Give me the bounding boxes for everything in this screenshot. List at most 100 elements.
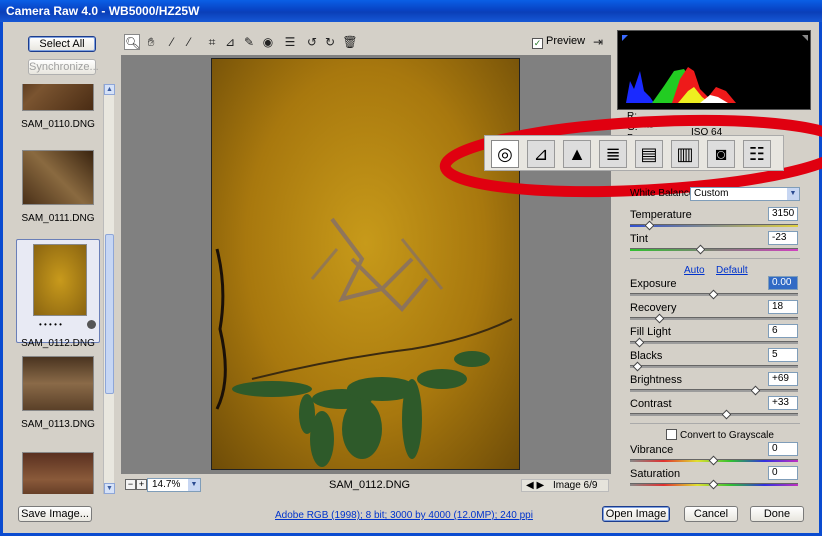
slider-knob[interactable] <box>708 289 719 300</box>
rotate-right-icon[interactable]: ↻ <box>322 34 338 50</box>
brightness-label: Brightness <box>630 374 682 386</box>
tint-field[interactable]: -23 <box>768 231 798 245</box>
preview-label: Preview <box>546 35 586 47</box>
brightness-slider[interactable] <box>630 385 798 396</box>
hsl-tab-icon[interactable]: ≣ <box>599 140 627 168</box>
presets-tab-icon[interactable]: ☷ <box>743 140 771 168</box>
slider-knob[interactable] <box>632 361 643 372</box>
image-navigator: ◀ ▶ Image 6/9 <box>521 479 609 492</box>
vibrance-slider[interactable] <box>630 455 798 466</box>
slider-knob[interactable] <box>708 455 719 466</box>
preview-checkbox[interactable]: ✓ Preview <box>532 35 585 49</box>
tint-label: Tint <box>630 233 648 245</box>
trash-icon[interactable]: 🗑︎ <box>342 34 358 50</box>
grayscale-checkbox[interactable]: Convert to Grayscale <box>666 429 774 441</box>
thumbnail-caption: SAM_0113.DNG <box>21 419 95 430</box>
cancel-button[interactable]: Cancel <box>684 506 738 522</box>
rotate-left-icon[interactable]: ↺ <box>304 34 320 50</box>
chevron-down-icon: ▼ <box>188 479 200 491</box>
slider-knob[interactable] <box>708 479 719 490</box>
thumbnail <box>33 244 87 316</box>
histogram-plot <box>622 35 808 103</box>
default-link[interactable]: Default <box>716 265 748 276</box>
detail-tab-icon[interactable]: ▲ <box>563 140 591 168</box>
workflow-options-link[interactable]: Adobe RGB (1998); 8 bit; 3000 by 4000 (1… <box>275 510 533 521</box>
histogram <box>617 30 811 110</box>
auto-link[interactable]: Auto <box>684 265 705 276</box>
slider-knob[interactable] <box>721 409 732 420</box>
zoom-value: 14.7% <box>152 479 181 490</box>
exposure-slider[interactable] <box>630 289 798 300</box>
slider-knob[interactable] <box>695 244 705 255</box>
camera-calibration-tab-icon[interactable]: ◙ <box>707 140 735 168</box>
preferences-icon[interactable]: ☰ <box>282 34 298 50</box>
toolbar: 🔍︎ ✋︎ ⁄ ⁄ ⌗ ⊿ ✎ ◉ ☰ ↺ ↻ 🗑︎ ✓ Preview ⇥ <box>124 34 610 52</box>
split-toning-tab-icon[interactable]: ▤ <box>635 140 663 168</box>
slider-knob[interactable] <box>634 337 645 348</box>
filmstrip-item[interactable] <box>16 452 100 494</box>
tint-slider[interactable] <box>630 244 798 255</box>
filmstrip-item[interactable]: SAM_0113.DNG <box>16 356 100 430</box>
fill-light-slider[interactable] <box>630 337 798 348</box>
temperature-field[interactable]: 3150 <box>768 207 798 221</box>
thumbnail-caption: SAM_0111.DNG <box>21 213 95 224</box>
filmstrip-item[interactable]: SAM_0111.DNG <box>16 150 100 224</box>
slider-knob[interactable] <box>654 313 665 324</box>
color-sampler-tool-icon[interactable]: ⁄ <box>181 34 197 50</box>
fullscreen-toggle-icon[interactable]: ⇥ <box>590 34 606 50</box>
select-all-button[interactable]: Select All <box>28 36 96 52</box>
scroll-up-icon[interactable]: ▲ <box>104 84 115 95</box>
recovery-label: Recovery <box>630 302 677 314</box>
zoom-tool-icon[interactable]: 🔍︎ <box>124 34 140 50</box>
scroll-down-icon[interactable]: ▼ <box>104 483 115 494</box>
badge-icon <box>87 320 96 329</box>
blacks-field[interactable]: 5 <box>768 348 798 362</box>
basic-tab-icon[interactable]: ◎ <box>491 140 519 168</box>
red-eye-tool-icon[interactable]: ◉ <box>260 34 276 50</box>
scrollbar-thumb[interactable] <box>105 234 114 394</box>
lens-corrections-tab-icon[interactable]: ▥ <box>671 140 699 168</box>
vibrance-field[interactable]: 0 <box>768 442 798 456</box>
filmstrip-scrollbar[interactable]: ▲ ▼ <box>103 84 115 494</box>
filmstrip-item[interactable]: SAM_0110.DNG <box>16 84 100 130</box>
recovery-field[interactable]: 18 <box>768 300 798 314</box>
white-balance-select[interactable]: Custom ▼ <box>690 187 800 201</box>
next-image-icon[interactable]: ▶ <box>536 480 544 491</box>
exposure-field[interactable]: 0.00 <box>768 276 798 290</box>
slider-knob[interactable] <box>644 220 655 231</box>
saturation-field[interactable]: 0 <box>768 466 798 480</box>
image-counter: Image 6/9 <box>552 480 598 491</box>
brightness-field[interactable]: +69 <box>768 372 798 386</box>
done-button[interactable]: Done <box>750 506 804 522</box>
thumbnail <box>22 356 94 411</box>
temperature-slider[interactable] <box>630 220 798 231</box>
recovery-slider[interactable] <box>630 313 798 324</box>
contrast-slider[interactable] <box>630 409 798 420</box>
tone-curve-tab-icon[interactable]: ⊿ <box>527 140 555 168</box>
zoom-out-icon[interactable]: − <box>125 479 136 490</box>
checkbox-box <box>666 429 677 440</box>
slider-knob[interactable] <box>750 385 761 396</box>
white-balance-tool-icon[interactable]: ⁄ <box>164 34 180 50</box>
crop-tool-icon[interactable]: ⌗ <box>204 34 220 50</box>
saturation-slider[interactable] <box>630 479 798 490</box>
filmstrip-item-selected[interactable]: • • • • • SAM_0112.DNG <box>16 239 100 349</box>
straighten-tool-icon[interactable]: ⊿ <box>222 34 238 50</box>
open-image-button[interactable]: Open Image <box>602 506 670 522</box>
contrast-field[interactable]: +33 <box>768 396 798 410</box>
retouch-tool-icon[interactable]: ✎ <box>241 34 257 50</box>
fill-light-field[interactable]: 6 <box>768 324 798 338</box>
synchronize-button[interactable]: Synchronize... <box>28 59 99 75</box>
save-image-button[interactable]: Save Image... <box>18 506 92 522</box>
rating-stars[interactable]: • • • • • <box>39 320 62 329</box>
hand-tool-icon[interactable]: ✋︎ <box>143 34 159 50</box>
prev-image-icon[interactable]: ◀ <box>526 480 534 491</box>
blacks-slider[interactable] <box>630 361 798 372</box>
canvas-statusbar: − + 14.7% ▼ SAM_0112.DNG ◀ ▶ Image 6/9 <box>121 476 611 494</box>
zoom-in-icon[interactable]: + <box>136 479 147 490</box>
fill-light-label: Fill Light <box>630 326 671 338</box>
thumbnail <box>22 84 94 111</box>
blacks-label: Blacks <box>630 350 663 362</box>
vibrance-label: Vibrance <box>630 444 674 456</box>
zoom-select[interactable]: 14.7% ▼ <box>147 478 201 492</box>
